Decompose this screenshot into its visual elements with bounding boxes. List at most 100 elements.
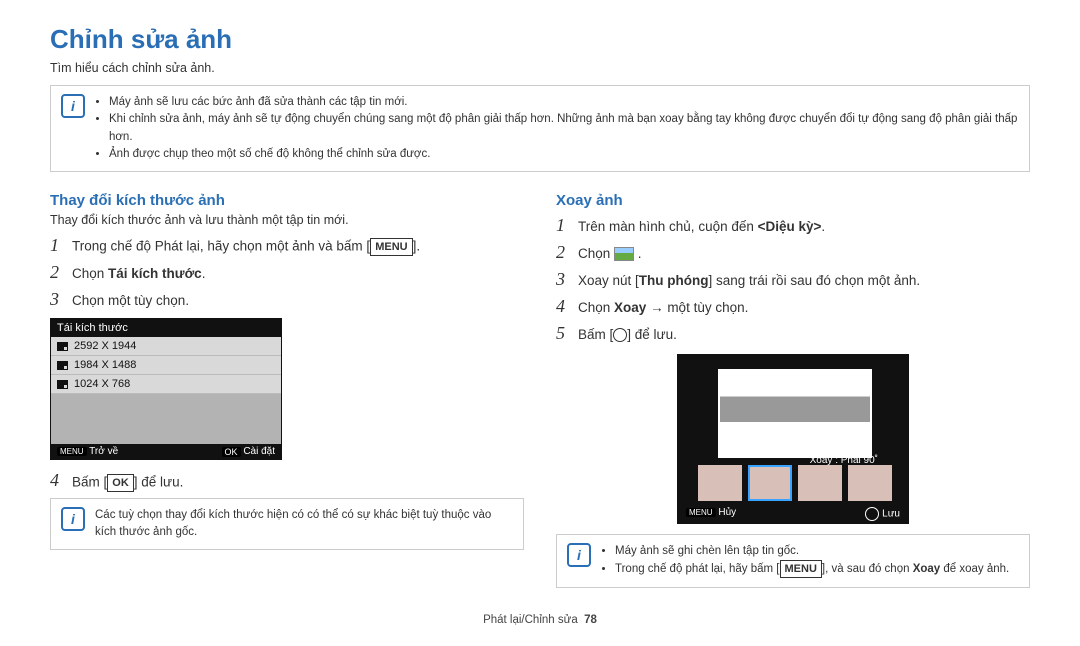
resize-option: 1024 X 768 <box>51 375 281 394</box>
note-item: Máy ảnh sẽ lưu các bức ảnh đã sửa thành … <box>109 94 1019 111</box>
screen-footer: MENU Hủy Lưu <box>678 505 908 523</box>
resolution-icon <box>57 380 68 389</box>
resize-heading: Thay đổi kích thước ảnh <box>50 192 524 209</box>
top-note-box: i Máy ảnh sẽ lưu các bức ảnh đã sửa thàn… <box>50 85 1030 172</box>
step-text: Trên màn hình chủ, cuộn đến <box>578 219 758 234</box>
step-text: . <box>821 219 825 234</box>
step-text: ]. <box>413 239 421 254</box>
right-column: Xoay ảnh 1 Trên màn hình chủ, cuộn đến <… <box>556 184 1030 600</box>
edit-icon <box>614 247 634 261</box>
menu-button-icon: MENU <box>57 447 87 456</box>
note-item: Khi chỉnh sửa ảnh, máy ảnh sẽ tự động ch… <box>109 111 1019 146</box>
step-bold: Tái kích thước <box>108 266 202 281</box>
info-icon: i <box>61 94 85 118</box>
step-1: 1 Trên màn hình chủ, cuộn đến <Diệu kỳ>. <box>556 215 1030 236</box>
step-number: 2 <box>556 242 570 263</box>
right-note-list: Máy ảnh sẽ ghi chèn lên tập tin gốc. Tro… <box>601 543 1009 579</box>
step-number: 1 <box>556 215 570 236</box>
step-text: Chọn một tùy chọn. <box>72 293 189 308</box>
note-text: ], và sau đó chọn <box>822 563 913 575</box>
page-footer: Phát lại/Chỉnh sửa 78 <box>50 614 1030 626</box>
preview-image <box>718 369 872 458</box>
resize-option: 1984 X 1488 <box>51 356 281 375</box>
step-number: 1 <box>50 235 64 256</box>
note-item: Trong chế độ phát lại, hãy bấm [MENU], v… <box>615 560 1009 578</box>
note-text: Trong chế độ phát lại, hãy bấm [ <box>615 563 780 575</box>
menu-button-icon: MENU <box>686 508 716 517</box>
step-text: ] sang trái rồi sau đó chọn một ảnh. <box>709 273 921 288</box>
step-number: 4 <box>556 296 570 317</box>
info-icon: i <box>61 507 85 531</box>
save-icon <box>865 507 879 521</box>
left-column: Thay đổi kích thước ảnh Thay đổi kích th… <box>50 184 524 600</box>
step-bold: Thu phóng <box>639 273 709 288</box>
thumbnail-selected <box>748 465 792 501</box>
ok-button-icon: OK <box>222 447 241 457</box>
option-label: 1984 X 1488 <box>74 359 136 371</box>
step-text: ] để lưu. <box>134 474 184 489</box>
step-bold: <Diệu kỳ> <box>758 219 822 234</box>
thumbnail <box>848 465 892 501</box>
resize-sub: Thay đổi kích thước ảnh và lưu thành một… <box>50 213 524 227</box>
step-text: → một tùy chọn. <box>646 300 748 315</box>
thumbnail <box>798 465 842 501</box>
screen-header: Tái kích thước <box>51 319 281 337</box>
step-text: Chọn <box>72 266 108 281</box>
step-text: Bấm [ <box>578 327 613 342</box>
step-bold: Xoay <box>614 300 646 315</box>
step-5: 5 Bấm [ ] để lưu. <box>556 323 1030 344</box>
rotate-heading: Xoay ảnh <box>556 192 1030 209</box>
info-icon: i <box>567 543 591 567</box>
step-text: . <box>202 266 206 281</box>
resize-option: 2592 X 1944 <box>51 337 281 356</box>
save-label: Lưu <box>882 509 900 520</box>
note-item: Máy ảnh sẽ ghi chèn lên tập tin gốc. <box>615 543 1009 560</box>
footer-page: 78 <box>584 614 597 626</box>
option-label: 2592 X 1944 <box>74 340 136 352</box>
menu-key: MENU <box>780 560 822 578</box>
ok-key: OK <box>107 474 134 492</box>
menu-key: MENU <box>370 238 412 256</box>
step-text: Bấm [ <box>72 474 107 489</box>
step-1: 1 Trong chế độ Phát lại, hãy chọn một ản… <box>50 235 524 256</box>
step-4: 4 Chọn Xoay → một tùy chọn. <box>556 296 1030 317</box>
step-3: 3 Chọn một tùy chọn. <box>50 289 524 310</box>
thumbnail-strip <box>698 465 892 501</box>
step-3: 3 Xoay nút [Thu phóng] sang trái rồi sau… <box>556 269 1030 290</box>
footer-section: Phát lại/Chỉnh sửa <box>483 614 578 626</box>
step-number: 2 <box>50 262 64 283</box>
note-text: để xoay ảnh. <box>940 563 1009 575</box>
save-icon <box>613 328 627 342</box>
step-text: ] để lưu. <box>627 327 677 342</box>
camera-resize-screen: Tái kích thước 2592 X 1944 1984 X 1488 1… <box>50 318 282 460</box>
step-text: Trong chế độ Phát lại, hãy chọn một ảnh … <box>72 239 370 254</box>
thumbnail <box>698 465 742 501</box>
step-text: Xoay nút [ <box>578 273 639 288</box>
top-note-list: Máy ảnh sẽ lưu các bức ảnh đã sửa thành … <box>95 94 1019 163</box>
note-text: Các tuỳ chọn thay đổi kích thước hiện có… <box>95 507 513 542</box>
page-title: Chỉnh sửa ảnh <box>50 24 1030 55</box>
note-bold: Xoay <box>913 563 941 575</box>
camera-rotate-screen: Xoay : Phải 90˚ MENU Hủy Lưu <box>677 354 909 524</box>
left-note-box: i Các tuỳ chọn thay đổi kích thước hiện … <box>50 498 524 551</box>
step-text: Chọn <box>578 246 614 261</box>
screen-footer: MENU Trở về OK Cài đặt <box>51 444 281 459</box>
resolution-icon <box>57 342 68 351</box>
step-2: 2 Chọn . <box>556 242 1030 263</box>
back-label: Trở về <box>89 446 118 457</box>
resolution-icon <box>57 361 68 370</box>
step-number: 4 <box>50 470 64 491</box>
set-label: Cài đặt <box>243 446 275 457</box>
screen-blank-area <box>51 394 281 444</box>
step-4: 4 Bấm [OK] để lưu. <box>50 470 524 491</box>
option-label: 1024 X 768 <box>74 378 130 390</box>
note-item: Ảnh được chụp theo một số chế độ không t… <box>109 146 1019 163</box>
right-note-box: i Máy ảnh sẽ ghi chèn lên tập tin gốc. T… <box>556 534 1030 588</box>
step-number: 3 <box>50 289 64 310</box>
step-text: Chọn <box>578 300 614 315</box>
step-number: 3 <box>556 269 570 290</box>
step-2: 2 Chọn Tái kích thước. <box>50 262 524 283</box>
step-number: 5 <box>556 323 570 344</box>
cancel-label: Hủy <box>718 507 736 518</box>
intro-text: Tìm hiểu cách chỉnh sửa ảnh. <box>50 61 1030 75</box>
